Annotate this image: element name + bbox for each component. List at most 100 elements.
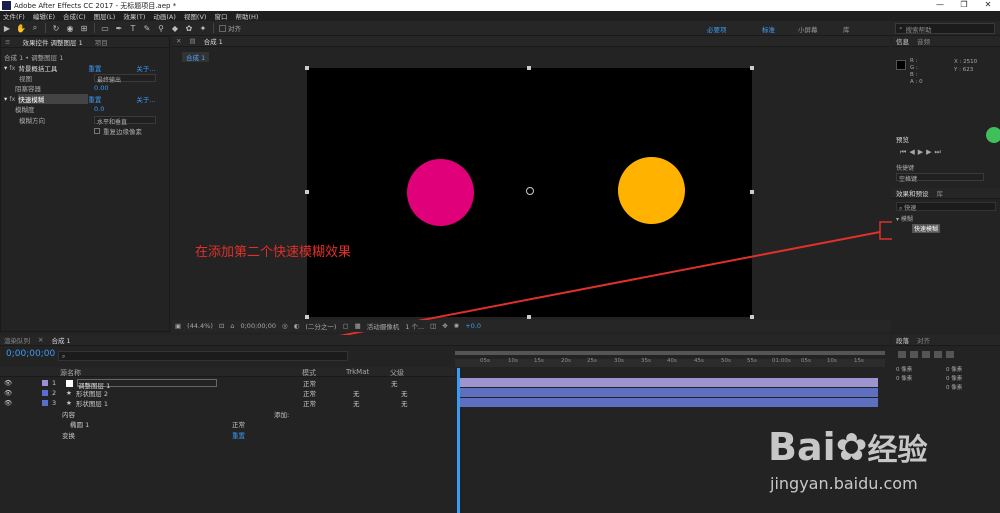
sub-row-transform[interactable]: 变换 重置 [62, 430, 517, 440]
hand-tool-icon[interactable]: ✋ [16, 23, 26, 33]
tab-effects-presets[interactable]: 效果和预设 [896, 188, 929, 198]
tab-library[interactable]: 库 [937, 188, 944, 198]
comp-subtab[interactable]: 合成 1 [182, 52, 210, 62]
indent-left[interactable]: 0 像素 [896, 366, 912, 375]
play-icon[interactable]: ▶ [918, 148, 926, 156]
timeline-timecode[interactable]: 0;00;00;00 [6, 349, 55, 359]
maximize-button[interactable]: ❐ [952, 0, 976, 9]
first-frame-icon[interactable]: ⏮ [900, 148, 909, 156]
sub-row-ellipse[interactable]: 椭圆 1 正常 [70, 419, 525, 429]
close-button[interactable]: ✕ [976, 0, 1000, 9]
workspace-essentials[interactable]: 必要项 [707, 24, 727, 34]
rotate-tool-icon[interactable]: ↻ [51, 23, 61, 33]
timecode-display[interactable]: 0;00;00;00 [240, 322, 276, 330]
menu-animation[interactable]: 动画(A) [153, 11, 176, 21]
effects-item-fast-blur[interactable]: 快速模糊 [912, 224, 941, 233]
layer-handle[interactable] [305, 66, 309, 70]
effect-row-fast-blur[interactable]: ▾ fx 快速模糊 重置 关于... [4, 94, 172, 104]
menu-help[interactable]: 帮助(H) [235, 11, 258, 21]
label-color-swatch[interactable] [42, 380, 48, 386]
effect-row-background[interactable]: ▾ fx 背景概括工具 重置 关于... [4, 63, 172, 73]
tab-timeline-comp[interactable]: 合成 1 [51, 335, 70, 345]
layer-bar-2[interactable] [460, 388, 878, 397]
search-help-input[interactable]: ⌕ 搜索帮助 [895, 23, 995, 34]
reset-button-1[interactable]: 重置 [88, 63, 136, 73]
layer-row-2[interactable]: 👁 2 ★ 形状图层 2 正常 无 无 [0, 388, 455, 398]
close-icon[interactable]: ✕ [38, 336, 43, 344]
layer-handle[interactable] [527, 315, 531, 319]
layer-mode[interactable]: 正常 [303, 378, 316, 388]
menu-edit[interactable]: 编辑(E) [33, 11, 55, 21]
prev-frame-icon[interactable]: ◀ [909, 148, 917, 156]
3d-icon[interactable]: ✥ [442, 322, 447, 330]
shortcut-select[interactable]: 空格键 [896, 173, 984, 183]
layer-handle[interactable] [750, 190, 754, 194]
menu-layer[interactable]: 图层(L) [94, 11, 116, 21]
menu-effect[interactable]: 效果(T) [123, 11, 145, 21]
menu-window[interactable]: 窗口 [214, 11, 227, 21]
layer-handle[interactable] [527, 66, 531, 70]
sub-row-contents[interactable]: 内容 添加: [62, 409, 517, 419]
about-link-2[interactable]: 关于... [136, 94, 155, 104]
puppet-tool-icon[interactable]: ✦ [198, 23, 208, 33]
layer-handle[interactable] [750, 315, 754, 319]
camera-tool-icon[interactable]: ◉ [65, 23, 75, 33]
zoom-tool-icon[interactable]: ⌕ [30, 23, 40, 33]
resolution-select[interactable]: (二分之一) [305, 321, 336, 331]
label-color-swatch[interactable] [42, 390, 48, 396]
layer-row-3[interactable]: 👁 3 ★ 形状图层 1 正常 无 无 [0, 398, 455, 408]
exposure-value[interactable]: +0.0 [465, 322, 481, 330]
pen-tool-icon[interactable]: ✒ [114, 23, 124, 33]
grid-icon[interactable]: ▦ [355, 322, 361, 330]
layer-handle[interactable] [305, 190, 309, 194]
last-frame-icon[interactable]: ⏭ [934, 148, 943, 156]
align-right-icon[interactable] [922, 351, 930, 358]
fx-icon[interactable]: fx [9, 64, 15, 72]
pan-behind-tool-icon[interactable]: ⊞ [79, 23, 89, 33]
camera-icon[interactable]: ◎ [282, 322, 288, 330]
visibility-icon[interactable]: 👁 [4, 389, 18, 397]
tab-paragraph[interactable]: 段落 [896, 335, 909, 345]
roto-tool-icon[interactable]: ✿ [184, 23, 194, 33]
prop-value-block[interactable]: 0.00 [94, 84, 108, 92]
menu-file[interactable]: 文件(F) [3, 11, 25, 21]
space-before[interactable]: 0 像素 [896, 375, 912, 384]
clone-tool-icon[interactable]: ⚲ [156, 23, 166, 33]
layer-parent[interactable]: 无 [401, 398, 408, 408]
menu-view[interactable]: 视图(V) [184, 11, 207, 21]
snap-checkbox[interactable] [219, 24, 226, 32]
repeat-edge-checkbox[interactable] [94, 128, 100, 134]
snapshot-icon[interactable]: ⌂ [230, 322, 234, 330]
layer-name[interactable]: 形状图层 1 [76, 398, 216, 408]
layer-bar-3[interactable] [460, 398, 878, 407]
layer-bar-1[interactable] [460, 378, 878, 387]
tab-audio[interactable]: 音频 [917, 36, 930, 46]
fx-icon[interactable]: fx [9, 95, 15, 103]
fit-icon[interactable]: ⊡ [219, 322, 224, 330]
panel-menu-icon[interactable]: ≡ [5, 38, 10, 46]
layer-row-1[interactable]: 👁 1 调整图层 1 正常 无 [0, 378, 455, 390]
exposure-icon[interactable]: ✺ [454, 322, 459, 330]
justify-icon[interactable] [934, 351, 942, 358]
justify-all-icon[interactable] [946, 351, 954, 358]
magenta-circle[interactable] [407, 159, 474, 226]
minimize-button[interactable]: — [928, 0, 952, 9]
anchor-point-icon[interactable] [526, 187, 534, 195]
indent-right[interactable]: 0 像素 [946, 366, 962, 375]
tab-render-queue[interactable]: 渲染队列 [4, 335, 30, 345]
workspace-libraries[interactable]: 库 [843, 24, 850, 34]
space-after[interactable]: 0 像素 [946, 375, 962, 384]
align-center-icon[interactable] [910, 351, 918, 358]
layer-mode[interactable]: 正常 [303, 398, 316, 408]
visibility-icon[interactable]: 👁 [4, 399, 18, 407]
transform-reset[interactable]: 重置 [232, 430, 245, 440]
work-area-bar[interactable] [455, 351, 885, 355]
prop-value-blurriness[interactable]: 0.0 [94, 105, 104, 113]
workspace-standard[interactable]: 标准 [762, 24, 775, 34]
effects-folder-blur[interactable]: ▾ 模糊 [896, 214, 913, 223]
blend-mode-select[interactable]: 正常 [232, 419, 245, 429]
layer-handle[interactable] [750, 66, 754, 70]
layer-name[interactable]: 调整图层 1 [77, 379, 217, 390]
zoom-select[interactable]: (44.4%) [187, 322, 213, 330]
expand-arrow-icon[interactable]: ▾ [4, 64, 7, 72]
